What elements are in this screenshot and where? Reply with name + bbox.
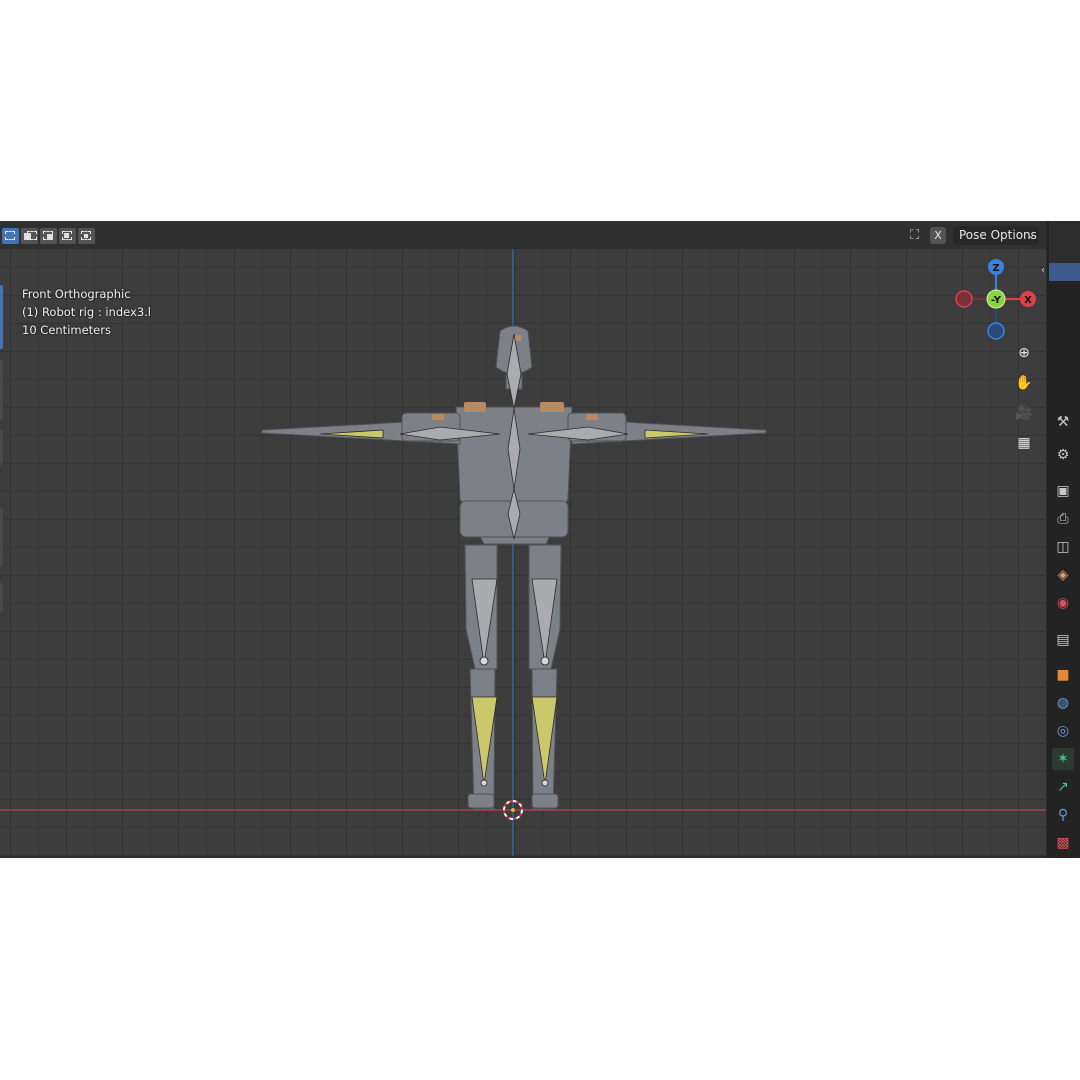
- object-data-armature-icon[interactable]: ✶: [1052, 748, 1074, 770]
- select-invert-icon[interactable]: [59, 228, 76, 244]
- camera-icon[interactable]: 🎥: [1013, 402, 1035, 424]
- chevron-left-icon[interactable]: ‹: [1041, 265, 1045, 276]
- output-icon[interactable]: ⎙: [1052, 508, 1074, 530]
- render-icon[interactable]: ▣: [1052, 480, 1074, 502]
- select-new-icon[interactable]: [2, 228, 19, 244]
- toolbar-tab[interactable]: [0, 583, 3, 613]
- x-button[interactable]: X: [930, 227, 946, 244]
- toolbar-tab-active[interactable]: [0, 285, 3, 349]
- viewport-scene: [0, 249, 1046, 856]
- armature-bones: [399, 333, 629, 665]
- select-intersect-icon[interactable]: [78, 228, 95, 244]
- toolbar-tab[interactable]: [0, 507, 3, 567]
- view-name: Front Orthographic: [22, 287, 131, 301]
- xray-icon[interactable]: ⛶: [910, 228, 928, 244]
- tool-settings-icon[interactable]: ⚙: [1052, 444, 1074, 466]
- navigation-gizmo[interactable]: Z X -Y: [950, 254, 1040, 344]
- grid-ortho-icon[interactable]: ▦: [1013, 432, 1035, 454]
- tool-icon[interactable]: ⚒: [1052, 411, 1074, 433]
- select-subtract-icon[interactable]: [40, 228, 57, 244]
- 3d-viewport-editor: Front Orthographic (1) Robot rig : index…: [0, 221, 1080, 858]
- svg-text:-Y: -Y: [991, 295, 1002, 306]
- texture-icon[interactable]: ▩: [1052, 832, 1074, 852]
- toolbar-tab[interactable]: [0, 360, 3, 420]
- toolbar-tab[interactable]: [0, 430, 3, 465]
- viewport-canvas[interactable]: Front Orthographic (1) Robot rig : index…: [0, 249, 1046, 856]
- world-icon[interactable]: ◉: [1052, 592, 1074, 614]
- zoom-icon[interactable]: ⊕: [1013, 342, 1035, 364]
- physics-icon[interactable]: ◎: [1052, 720, 1074, 742]
- object-info: (1) Robot rig : index3.l: [22, 305, 151, 319]
- modifier-icon[interactable]: ◍: [1052, 692, 1074, 714]
- pose-options-dropdown[interactable]: Pose Options ⌄: [953, 226, 1039, 245]
- neg-x-axis-handle: [955, 290, 973, 308]
- view-layer-icon[interactable]: ◫: [1052, 536, 1074, 558]
- chevron-down-icon: ⌄: [1026, 230, 1035, 241]
- pose-options-label: Pose Options: [959, 228, 1037, 242]
- collection-icon[interactable]: ▤: [1052, 629, 1074, 651]
- select-extend-icon[interactable]: [21, 228, 38, 244]
- svg-text:Z: Z: [992, 263, 999, 274]
- pan-hand-icon[interactable]: ✋: [1013, 372, 1035, 394]
- bone-icon[interactable]: ↗: [1052, 776, 1074, 798]
- grid-scale: 10 Centimeters: [22, 323, 111, 337]
- scene-icon[interactable]: ◈: [1052, 564, 1074, 586]
- outliner-selected-row[interactable]: [1049, 263, 1080, 281]
- bone-constraint-icon[interactable]: ⚲: [1052, 804, 1074, 826]
- viewport-info: Front Orthographic (1) Robot rig : index…: [22, 285, 151, 339]
- select-mode-group: [2, 228, 95, 244]
- viewport-header: ⛶ X Pose Options ⌄: [0, 221, 1046, 249]
- object-icon[interactable]: ■: [1052, 664, 1074, 686]
- svg-text:X: X: [1024, 295, 1032, 306]
- neg-z-axis-handle: [987, 322, 1005, 340]
